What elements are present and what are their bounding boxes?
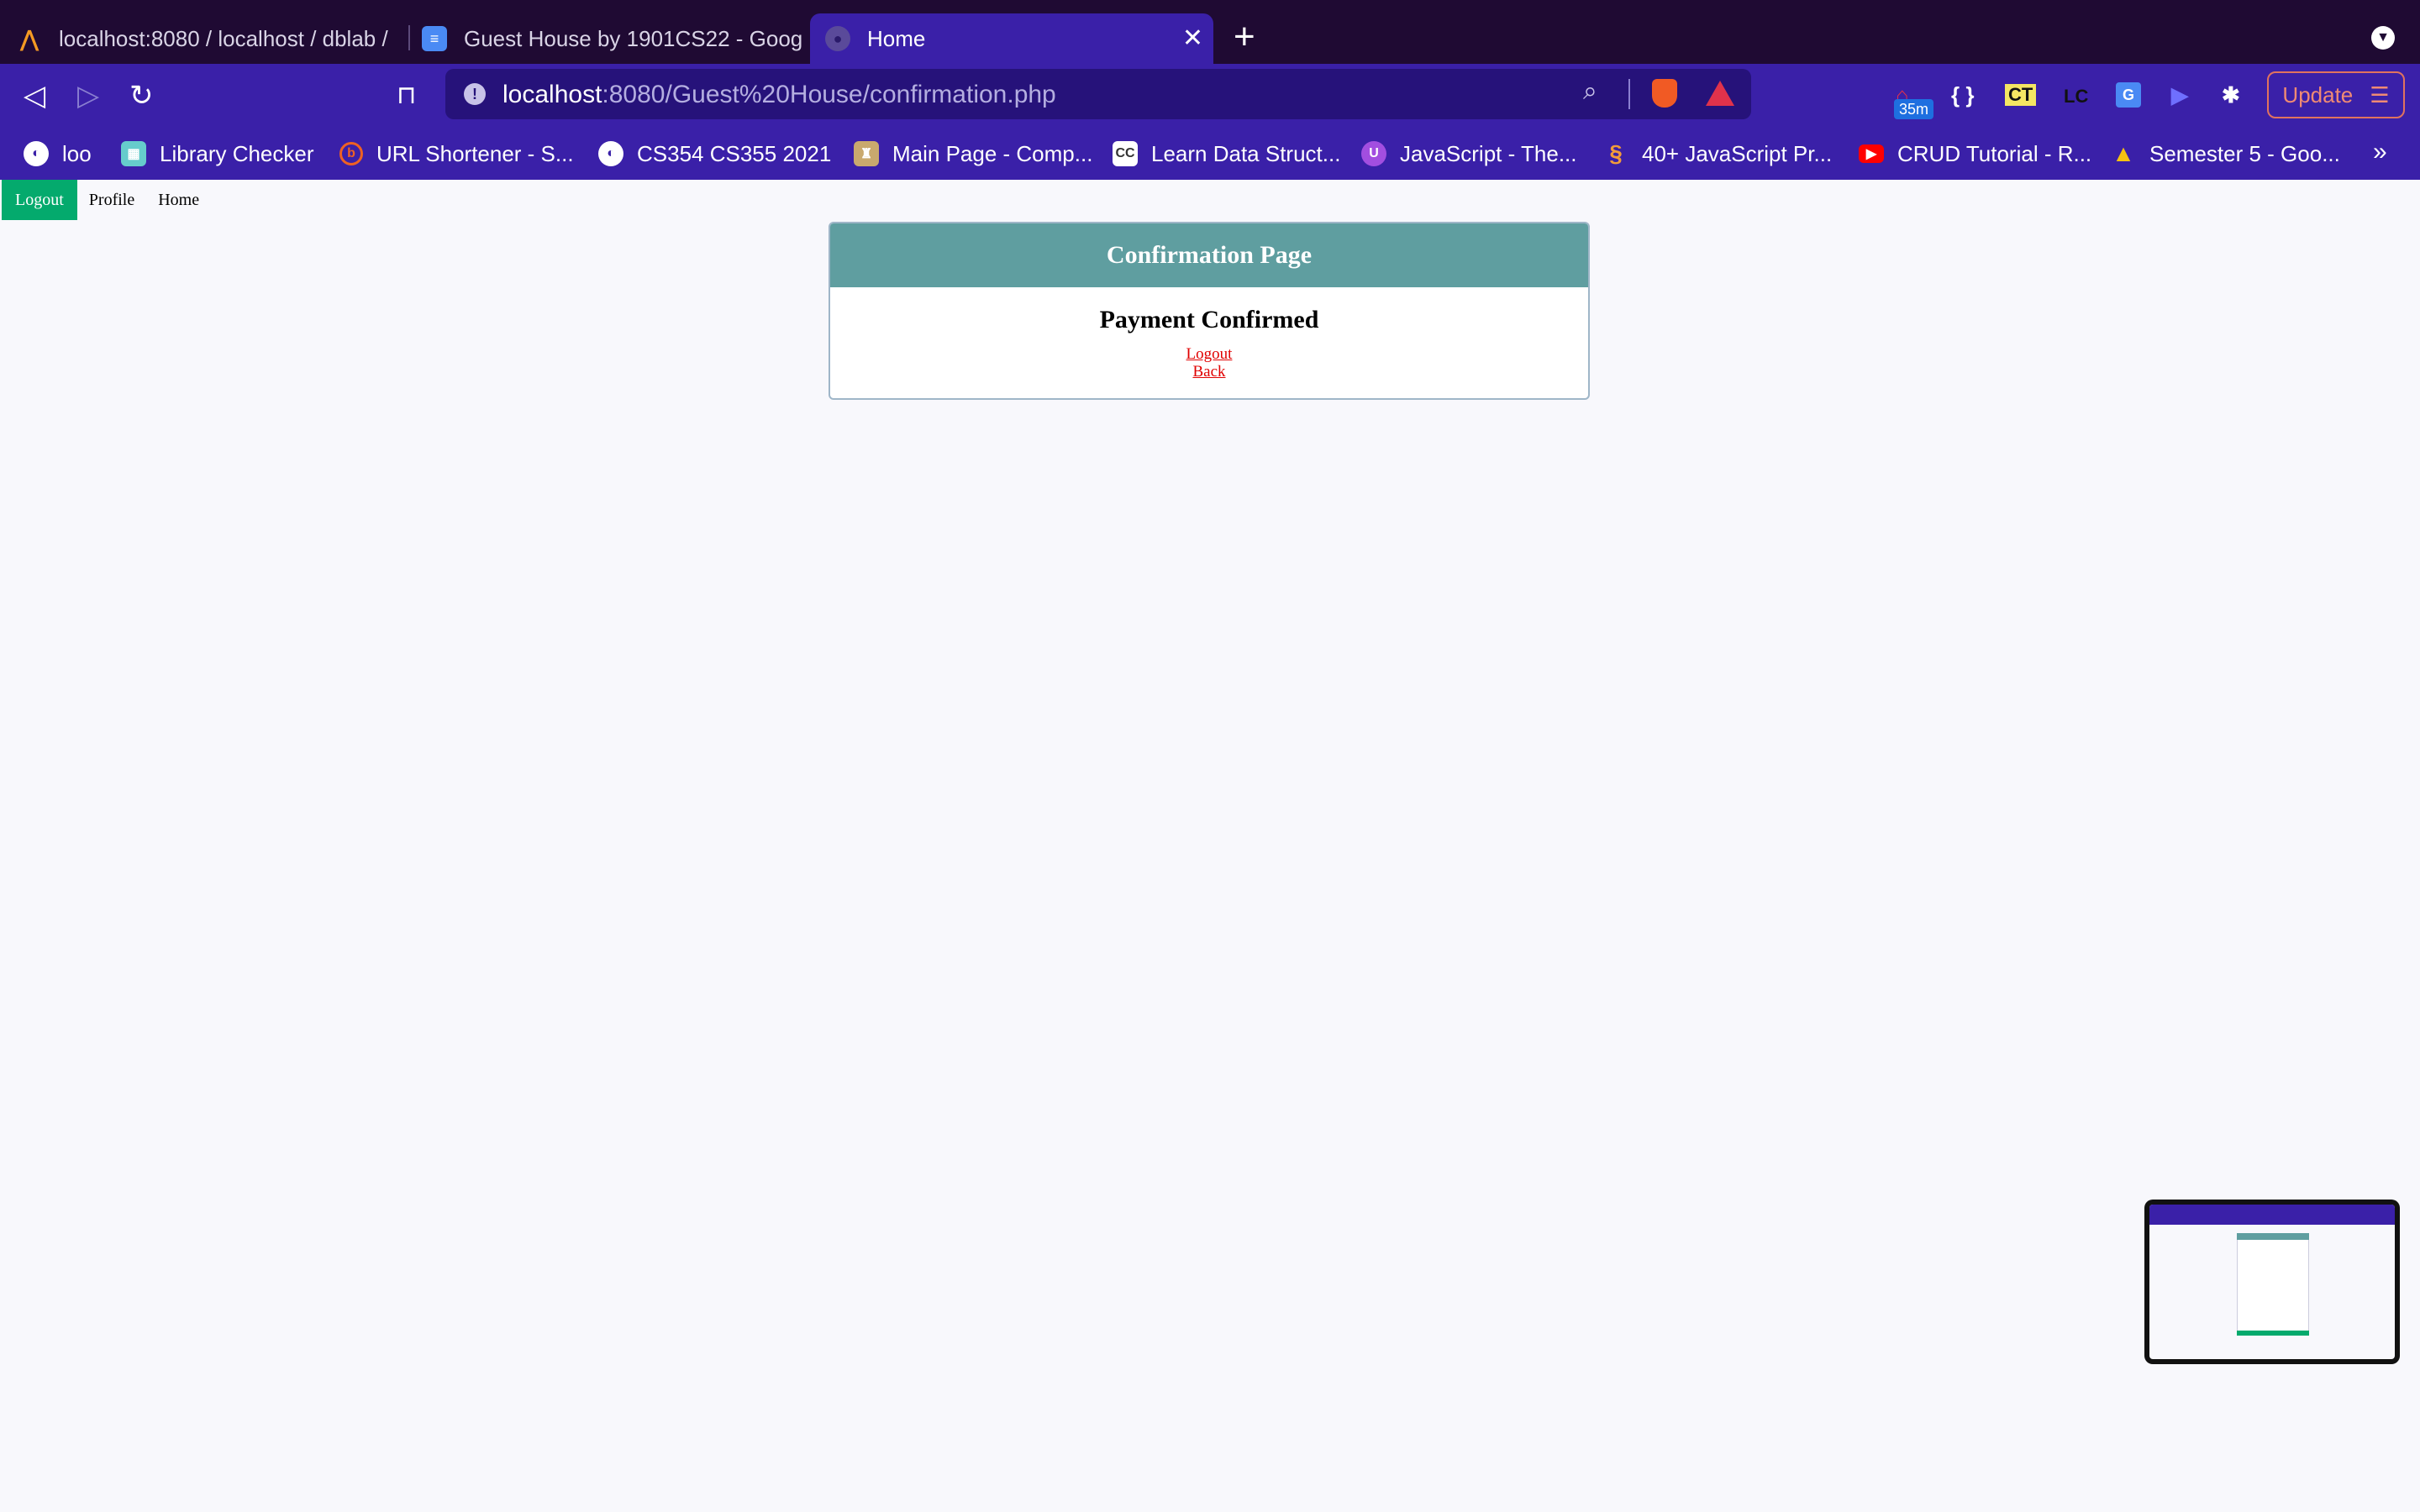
url-host: localhost: [502, 81, 602, 108]
tab-label: Home: [867, 25, 926, 51]
card-links: Logout Back: [830, 346, 1588, 381]
bookmark-item[interactable]: ▦ Library Checker: [121, 138, 314, 170]
bookmark-label: Library Checker: [160, 140, 314, 166]
bookmark-item[interactable]: b URL Shortener - S...: [339, 138, 574, 170]
update-button[interactable]: Update ☰: [2267, 71, 2405, 118]
thumbnail-header: [2237, 1233, 2309, 1240]
browser-toolbar: ◁ ▷ ↻ ⊓ ! localhost:8080/Guest%20House/c…: [0, 64, 2420, 128]
bookmark-item[interactable]: CC Learn Data Struct...: [1113, 138, 1340, 170]
brave-rewards-icon[interactable]: [1706, 81, 1734, 106]
reload-button[interactable]: ↻: [129, 79, 154, 113]
bookmark-label: JavaScript - The...: [1400, 140, 1577, 166]
bookmark-label: CS354 CS355 2021: [637, 140, 832, 166]
google-translate-icon[interactable]: G: [2116, 82, 2141, 108]
thumbnail-toolbar: [2149, 1205, 2395, 1225]
page-nav: Logout Profile Home: [0, 180, 211, 220]
bookmark-label: 40+ JavaScript Pr...: [1642, 140, 1833, 166]
back-button[interactable]: ◁: [24, 79, 45, 113]
url-path: :8080/Guest%20House/confirmation.php: [602, 81, 1056, 108]
bookmark-item[interactable]: ◐ CS354 CS355 2021: [598, 138, 831, 170]
bookmark-label: CRUD Tutorial - R...: [1897, 140, 2092, 166]
play-extension-icon[interactable]: ▶: [2171, 82, 2188, 108]
globe-icon: ●: [825, 26, 850, 51]
tab-home[interactable]: ● Home ✕: [810, 13, 1213, 64]
more-bookmarks-icon[interactable]: »: [2373, 138, 2387, 166]
bookmark-icon[interactable]: ⊓: [397, 79, 416, 113]
extension-badge: 35m: [1894, 99, 1934, 119]
bookmark-item[interactable]: ◐ loo: [24, 138, 92, 170]
info-icon[interactable]: !: [464, 83, 486, 105]
json-formatter-icon[interactable]: { }: [1951, 82, 1974, 108]
google-drive-icon: ▲: [2112, 140, 2135, 166]
screenshot-thumbnail[interactable]: [2144, 1200, 2400, 1364]
back-link[interactable]: Back: [1192, 363, 1225, 381]
tab-separator: [408, 25, 410, 50]
bookmark-label: URL Shortener - S...: [376, 140, 574, 166]
bookmark-item[interactable]: ▲ Semester 5 - Goo...: [2111, 138, 2340, 170]
tab-strip: ⋀ localhost:8080 / localhost / dblab / ≡…: [0, 0, 2420, 64]
logout-link[interactable]: Logout: [1186, 345, 1233, 363]
nav-home-link[interactable]: Home: [146, 180, 211, 220]
bookmark-item[interactable]: ▶ CRUD Tutorial - R...: [1859, 138, 2091, 170]
leetcode-extension-icon[interactable]: LC: [2064, 86, 2088, 108]
nav-logout-link[interactable]: Logout: [2, 180, 77, 220]
forward-button[interactable]: ▷: [77, 79, 99, 113]
tab-phpmyadmin[interactable]: ⋀ localhost:8080 / localhost / dblab /: [17, 13, 397, 64]
mdn-icon: U: [1361, 141, 1386, 166]
swirl-icon: §: [1609, 140, 1623, 166]
payment-status-title: Payment Confirmed: [1099, 306, 1319, 333]
bookmark-label: loo: [62, 140, 92, 166]
nav-profile-link[interactable]: Profile: [77, 180, 146, 220]
bookmark-item[interactable]: U JavaScript - The...: [1361, 138, 1577, 170]
bookmark-label: Learn Data Struct...: [1151, 140, 1341, 166]
library-checker-icon: ▦: [121, 141, 146, 166]
bitly-icon: b: [339, 142, 363, 165]
close-icon[interactable]: ✕: [1182, 24, 1203, 53]
google-docs-icon: ≡: [422, 26, 447, 51]
new-tab-button[interactable]: +: [1234, 18, 1255, 55]
update-label: Update: [2282, 81, 2354, 108]
youtube-icon: ▶: [1859, 144, 1884, 163]
bookmark-label: Main Page - Comp...: [892, 140, 1093, 166]
tab-google-docs[interactable]: ≡ Guest House by 1901CS22 - Google Docs: [422, 13, 802, 64]
ct-extension-icon[interactable]: CT: [2005, 84, 2037, 106]
divider: [1628, 79, 1630, 109]
card-header: Confirmation Page: [830, 223, 1588, 287]
thumbnail-content: [2237, 1233, 2309, 1336]
wiki-icon: ♜: [854, 141, 879, 166]
tab-label: localhost:8080 / localhost / dblab /: [59, 25, 388, 51]
phpmyadmin-icon: ⋀: [20, 25, 39, 51]
thumbnail-footer: [2237, 1331, 2309, 1336]
zoom-icon[interactable]: ⌕: [1583, 77, 1597, 106]
chevron-down-icon[interactable]: ▼: [2371, 26, 2395, 50]
bookmark-item[interactable]: § 40+ JavaScript Pr...: [1603, 138, 1832, 170]
brave-shields-icon[interactable]: [1652, 79, 1677, 108]
tab-label: Guest House by 1901CS22 - Google Docs: [464, 25, 802, 51]
globe-icon: ◐: [598, 141, 623, 166]
puzzle-icon[interactable]: ✱: [2222, 82, 2240, 108]
address-bar[interactable]: ! localhost:8080/Guest%20House/confirmat…: [445, 69, 1751, 119]
cc-icon: CC: [1113, 141, 1138, 166]
bookmarks-bar: ◐ loo ▦ Library Checker b URL Shortener …: [0, 128, 2420, 180]
menu-icon: ☰: [2370, 81, 2390, 108]
url-text[interactable]: localhost:8080/Guest%20House/confirmatio…: [502, 81, 1056, 109]
confirmation-card: Confirmation Page Payment Confirmed Logo…: [829, 222, 1590, 400]
bookmark-label: Semester 5 - Goo...: [2149, 140, 2340, 166]
globe-icon: ◐: [24, 141, 49, 166]
thumbnail-preview: [2149, 1205, 2395, 1359]
bookmark-item[interactable]: ♜ Main Page - Comp...: [854, 138, 1092, 170]
